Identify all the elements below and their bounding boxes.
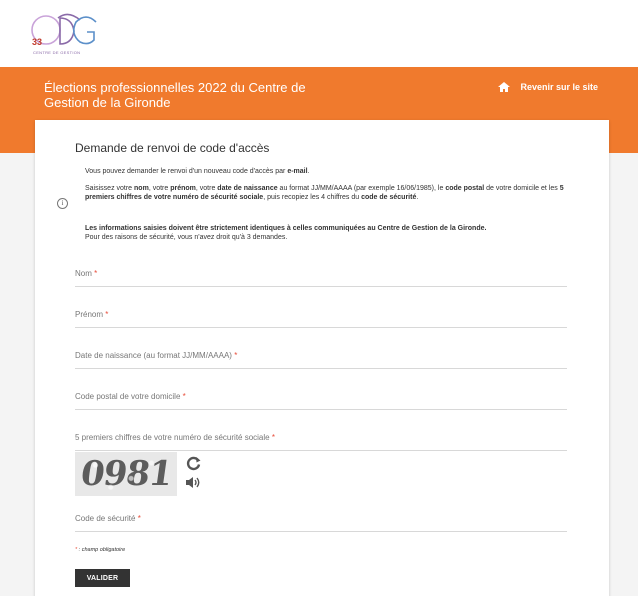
info-text: au format JJ/MM/AAAA (par exemple 16/06/… <box>277 185 446 192</box>
social-security-label: 5 premiers chiffres de votre numéro de s… <box>75 433 275 442</box>
captcha-noise <box>75 452 177 496</box>
site-title: Élections professionnelles 2022 du Centr… <box>44 80 306 110</box>
form-card: Demande de renvoi de code d'accès i Vous… <box>35 120 609 596</box>
birthdate-label: Date de naissance (au format JJ/MM/AAAA)… <box>75 351 238 360</box>
postal-code-label: Code postal de votre domicile * <box>75 392 186 401</box>
back-to-site-link[interactable]: Revenir sur le site <box>498 82 598 92</box>
info-bold: code postal <box>445 185 485 192</box>
info-text: Vous pouvez demander le renvoi d'un nouv… <box>85 168 288 175</box>
logo-number: 33 <box>32 37 43 47</box>
prenom-field[interactable]: Prénom * <box>75 310 567 328</box>
form-title: Demande de renvoi de code d'accès <box>75 141 270 155</box>
speaker-icon[interactable] <box>185 476 202 489</box>
birthdate-field[interactable]: Date de naissance (au format JJ/MM/AAAA)… <box>75 351 567 369</box>
refresh-icon[interactable] <box>185 455 202 472</box>
back-link-label: Revenir sur le site <box>520 82 598 92</box>
info-paragraph-2: Saisissez votre nom, votre prénom, votre… <box>85 185 585 202</box>
security-code-label: Code de sécurité * <box>75 514 141 523</box>
nom-label: Nom * <box>75 269 98 278</box>
info-text: Pour des raisons de sécurité, vous n'ave… <box>85 233 288 241</box>
info-bold: nom <box>134 185 149 192</box>
social-security-field[interactable]: 5 premiers chiffres de votre numéro de s… <box>75 433 567 451</box>
submit-button[interactable]: VALIDER <box>75 569 130 587</box>
info-text: Saisissez votre <box>85 185 135 192</box>
info-bold: e-mail <box>287 168 308 175</box>
info-text: de votre domicile et les <box>484 185 560 192</box>
captcha-image: 0981 <box>75 452 177 496</box>
required-note: * : champ obligatoire <box>75 547 126 553</box>
info-bold: code de sécurité <box>361 193 417 201</box>
info-icon: i <box>57 198 68 209</box>
postal-code-field[interactable]: Code postal de votre domicile * <box>75 392 567 410</box>
info-text: , votre <box>148 185 171 192</box>
info-text: . <box>307 168 310 175</box>
security-code-field[interactable]: Code de sécurité * <box>75 514 567 532</box>
logo-area: 33 CENTRE DE GESTION <box>0 0 638 67</box>
info-bold: prénom <box>170 185 196 192</box>
info-text: , puis recopiez les 4 chiffres du <box>263 193 362 201</box>
info-paragraph-3: Les informations saisies doivent être st… <box>85 225 585 242</box>
logo-subtitle: CENTRE DE GESTION <box>33 50 81 55</box>
info-line-1: Vous pouvez demander le renvoi d'un nouv… <box>85 168 585 177</box>
info-text: , votre <box>195 185 218 192</box>
info-bold: date de naissance <box>217 185 278 192</box>
info-bold: Les informations saisies doivent être st… <box>85 225 487 232</box>
home-icon <box>498 82 511 92</box>
prenom-label: Prénom * <box>75 310 109 319</box>
info-text: . <box>416 193 419 201</box>
nom-field[interactable]: Nom * <box>75 269 567 287</box>
